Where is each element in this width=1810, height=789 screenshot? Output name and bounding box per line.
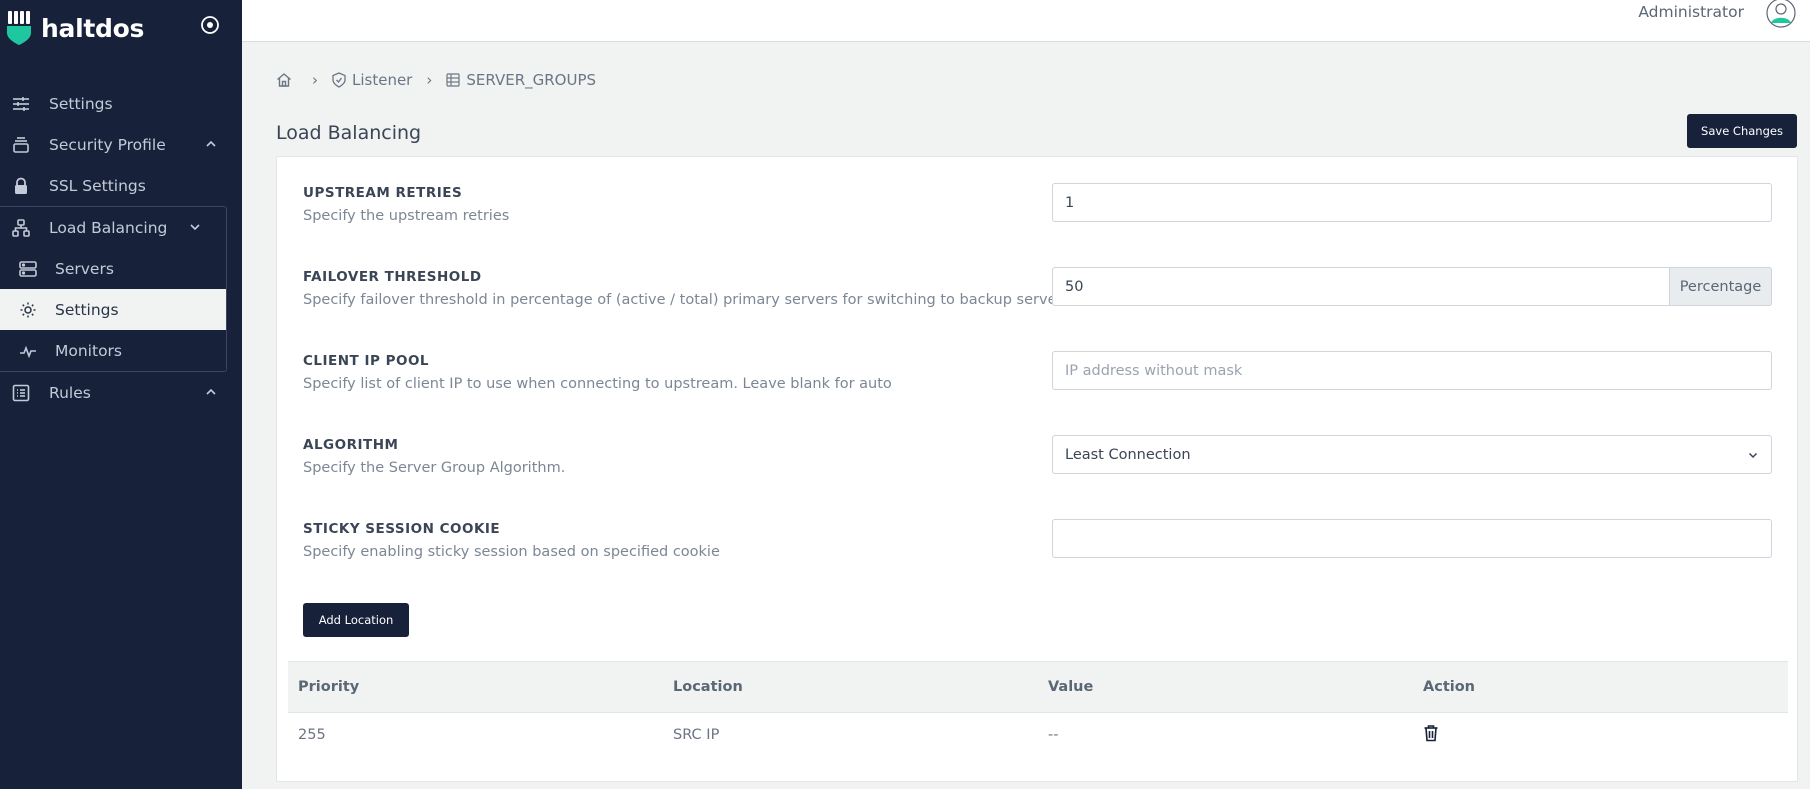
sidebar-subitem-servers[interactable]: Servers [0,248,226,289]
sidebar-subitem-label: Settings [55,300,119,319]
sidebar-subitem-settings[interactable]: Settings [0,289,226,330]
breadcrumb-server-groups[interactable]: SERVER_GROUPS [446,71,596,89]
failover-threshold-value: 50 [1065,278,1084,295]
topbar: Administrator [242,0,1810,42]
algorithm-selected-value: Least Connection [1065,446,1191,463]
cell-value: -- [1048,727,1059,743]
percentage-addon: Percentage [1669,267,1772,306]
column-header-value[interactable]: Value [1038,679,1413,695]
upstream-retries-desc: Specify the upstream retries [303,208,510,224]
column-header-location[interactable]: Location [663,679,1038,695]
sidebar-subitem-label: Servers [55,259,114,278]
sun-gear-icon [19,301,37,319]
algorithm-select[interactable]: Least Connection [1052,435,1772,474]
client-ip-pool-label: CLIENT IP POOL [303,353,430,369]
sidebar-item-label: Security Profile [49,135,166,154]
failover-threshold-label: FAILOVER THRESHOLD [303,269,482,285]
sidebar: haltdos Settings Security Profile SSL Se… [0,0,242,789]
page-title: Load Balancing [276,122,422,144]
breadcrumb-separator: › [312,71,318,89]
sliders-icon [12,95,30,113]
table-row: 255 SRC IP -- [288,713,1788,757]
algorithm-desc: Specify the Server Group Algorithm. [303,460,566,476]
shield-check-icon [332,72,346,88]
column-header-action: Action [1423,679,1476,695]
breadcrumb-label: SERVER_GROUPS [466,71,597,89]
sidebar-subitem-label: Monitors [55,341,122,360]
locations-table: Priority Location Value Action 255 SRC I… [288,661,1788,757]
client-ip-pool-desc: Specify list of client IP to use when co… [303,376,892,392]
user-avatar-icon[interactable] [1766,0,1796,28]
breadcrumb-label: Listener [352,71,413,89]
haltdos-logo-icon [6,11,36,45]
column-header-priority[interactable]: Priority [288,679,663,695]
sitemap-icon [12,218,30,237]
chevron-up-icon [204,137,218,151]
sidebar-subitem-monitors[interactable]: Monitors [0,330,226,371]
upstream-retries-input[interactable]: 1 [1052,183,1772,222]
brand-name: haltdos [41,13,145,43]
sidebar-item-label: Settings [49,94,113,113]
activity-icon [19,342,37,360]
breadcrumb: › Listener › SERVER_GROUPS [276,70,596,90]
sticky-session-cookie-input[interactable] [1052,519,1772,558]
sticky-session-cookie-label: STICKY SESSION COOKIE [303,521,501,537]
table-header: Priority Location Value Action [288,661,1788,713]
sidebar-item-security-profile[interactable]: Security Profile [0,124,242,165]
load-balancing-group: Load Balancing Servers Settings Monitors [0,206,227,372]
settings-card: UPSTREAM RETRIES Specify the upstream re… [276,156,1798,782]
lock-icon [12,177,30,195]
sidebar-item-label: Rules [49,383,91,402]
chevron-up-icon [204,385,218,399]
server-icon [19,260,37,278]
breadcrumb-separator: › [426,71,433,89]
add-location-button[interactable]: Add Location [303,603,409,637]
sidebar-toggle-icon[interactable] [200,15,220,35]
layers-icon [12,136,30,154]
cell-location: SRC IP [673,727,720,743]
chevron-down-icon [188,220,202,234]
sidebar-item-label: Load Balancing [49,218,168,237]
sidebar-nav: Settings Security Profile SSL Settings L… [0,83,242,413]
sidebar-item-rules[interactable]: Rules [0,372,242,413]
cell-action [1413,724,1788,746]
failover-threshold-input[interactable]: 50 Percentage [1052,267,1772,306]
save-changes-button[interactable]: Save Changes [1687,114,1797,148]
sidebar-item-load-balancing[interactable]: Load Balancing [0,207,226,248]
client-ip-pool-input[interactable]: IP address without mask [1052,351,1772,390]
breadcrumb-listener[interactable]: Listener [332,71,412,89]
sidebar-item-label: SSL Settings [49,176,146,195]
logo[interactable]: haltdos [6,10,144,46]
trash-icon[interactable] [1423,724,1439,742]
sticky-session-cookie-desc: Specify enabling sticky session based on… [303,544,720,560]
cell-priority: 255 [298,727,326,743]
list-icon [12,384,30,402]
upstream-retries-label: UPSTREAM RETRIES [303,185,463,201]
table-icon [446,73,460,87]
user-name[interactable]: Administrator [1638,3,1744,21]
algorithm-label: ALGORITHM [303,437,399,453]
chevron-down-icon [1747,449,1759,461]
failover-threshold-desc: Specify failover threshold in percentage… [303,292,1071,308]
home-icon[interactable] [276,72,298,88]
sidebar-item-ssl-settings[interactable]: SSL Settings [0,165,242,206]
sidebar-item-settings[interactable]: Settings [0,83,242,124]
